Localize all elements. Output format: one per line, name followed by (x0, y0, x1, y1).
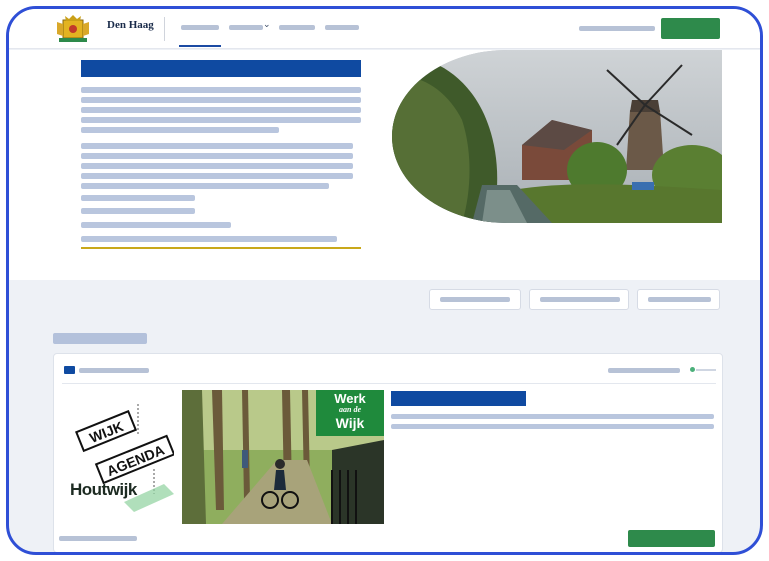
header-divider (164, 17, 165, 41)
card-date (608, 368, 680, 373)
windmill-canal-photo (392, 50, 722, 223)
status-track (696, 369, 716, 371)
hero-link[interactable] (81, 222, 231, 228)
badge-line-1: Werk (334, 391, 366, 406)
card-text-line (391, 414, 714, 419)
header-link[interactable] (579, 26, 655, 31)
status-dot-icon (690, 367, 695, 372)
hero-text-line (81, 163, 353, 169)
hero-link[interactable] (81, 195, 195, 201)
badge-line-3: Wijk (335, 415, 365, 431)
quick-link-button[interactable] (429, 289, 521, 310)
news-card[interactable]: WIJK AGENDA Houtwijk Werk aan de Wijk (53, 353, 723, 552)
nav-active-indicator (179, 45, 221, 47)
hero-text-line (81, 87, 361, 93)
hero-link[interactable] (81, 208, 195, 214)
werk-aan-de-wijk-badge: Werk aan de Wijk (316, 390, 384, 436)
houtwijk-label: Houtwijk (70, 480, 137, 499)
nav-item-1[interactable] (181, 25, 219, 30)
hero-text-line (81, 153, 353, 159)
card-divider (62, 383, 716, 384)
site-header: Den Haag ⌄ (9, 9, 760, 49)
nav-item-3[interactable] (279, 25, 315, 30)
hero-divider (81, 247, 361, 249)
hero-text-line (81, 127, 279, 133)
badge-line-2: aan de (339, 405, 361, 414)
card-text-line (391, 424, 714, 429)
quick-link-label (440, 297, 510, 302)
hero-title (81, 60, 361, 77)
card-category (79, 368, 149, 373)
hero-text-line (81, 183, 329, 189)
quick-link-button[interactable] (637, 289, 720, 310)
quick-link-button[interactable] (529, 289, 629, 310)
hero-section (9, 50, 760, 280)
hero-text-line (81, 107, 361, 113)
header-cta-button[interactable] (661, 18, 720, 39)
hero-text-line (81, 97, 361, 103)
brand-name[interactable]: Den Haag (107, 19, 154, 31)
hero-text-line (81, 173, 353, 179)
hero-link[interactable] (81, 236, 337, 242)
folder-icon (64, 366, 75, 374)
nav-item-2[interactable] (229, 25, 263, 30)
section-heading (53, 333, 147, 344)
browser-frame: Den Haag ⌄ WIJK AGENDA Houtwijk Werk aan… (6, 6, 763, 555)
wijk-agenda-houtwijk-logo: WIJK AGENDA (75, 404, 174, 512)
card-read-more-button[interactable] (628, 530, 715, 547)
den-haag-coat-of-arms-icon[interactable] (53, 14, 93, 44)
hero-text-line (81, 117, 361, 123)
chevron-down-icon[interactable]: ⌄ (263, 19, 271, 30)
cyclists-park-photo: Werk aan de Wijk (182, 390, 384, 524)
hero-text-line (81, 143, 353, 149)
card-title[interactable] (391, 391, 526, 406)
card-footer-link[interactable] (59, 536, 137, 541)
nav-item-4[interactable] (325, 25, 359, 30)
quick-link-label (540, 297, 620, 302)
quick-link-label (648, 297, 711, 302)
